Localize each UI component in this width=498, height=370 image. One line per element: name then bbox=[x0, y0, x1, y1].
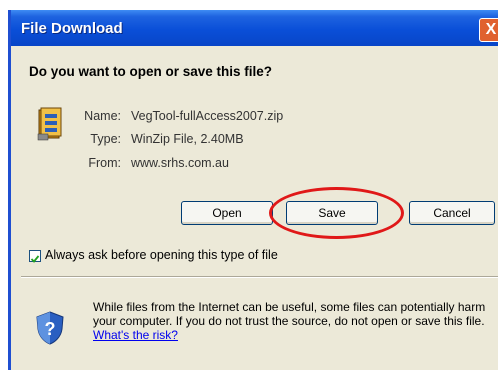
open-button[interactable]: Open bbox=[181, 201, 273, 225]
title-bar[interactable]: File Download X bbox=[11, 10, 498, 46]
svg-text:?: ? bbox=[45, 319, 56, 339]
file-from-label: From: bbox=[88, 156, 121, 170]
security-shield-icon: ? bbox=[35, 311, 65, 350]
file-type-value: WinZip File, 2.40MB bbox=[131, 132, 244, 146]
save-button[interactable]: Save bbox=[286, 201, 378, 225]
always-ask-checkbox[interactable] bbox=[29, 250, 41, 263]
cancel-button[interactable]: Cancel bbox=[409, 201, 495, 225]
warning-text: While files from the Internet can be use… bbox=[93, 300, 486, 328]
file-name-value: VegTool-fullAccess2007.zip bbox=[131, 109, 284, 123]
file-from-value: www.srhs.com.au bbox=[131, 156, 229, 170]
divider bbox=[21, 276, 498, 278]
file-type-label: Type: bbox=[90, 132, 121, 146]
file-name-label: Name: bbox=[84, 109, 121, 123]
checkmark-icon bbox=[30, 255, 40, 263]
security-warning: While files from the Internet can be use… bbox=[93, 300, 493, 342]
file-download-dialog: File Download X Do you want to open or s… bbox=[8, 10, 498, 370]
whats-the-risk-link[interactable]: What's the risk? bbox=[93, 328, 178, 342]
close-button[interactable]: X bbox=[479, 18, 498, 42]
dialog-question: Do you want to open or save this file? bbox=[29, 64, 273, 79]
always-ask-label[interactable]: Always ask before opening this type of f… bbox=[45, 248, 278, 262]
window-title: File Download bbox=[21, 20, 123, 37]
